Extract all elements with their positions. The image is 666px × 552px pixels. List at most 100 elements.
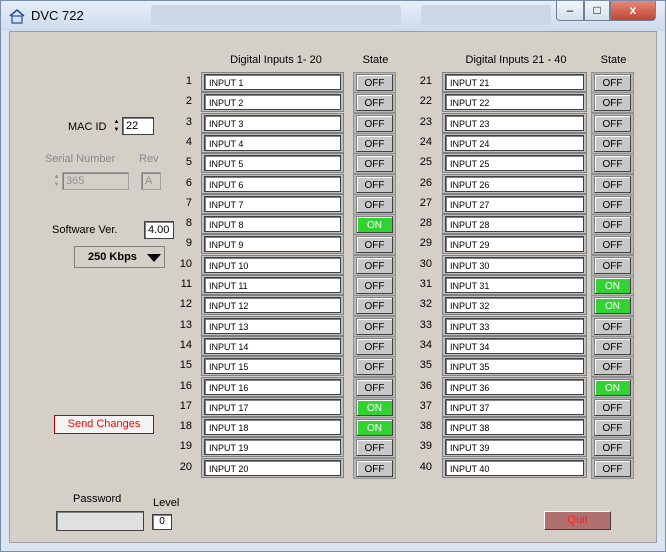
mac-id-label: MAC ID [68, 121, 107, 133]
input-name-field[interactable]: INPUT 17 [204, 398, 341, 415]
input-name-field[interactable]: INPUT 37 [445, 398, 584, 415]
chevron-down-icon[interactable] [147, 254, 161, 262]
input-name-field[interactable]: INPUT 6 [204, 175, 341, 192]
row-number: 33 [419, 318, 432, 331]
state-indicator: OFF [594, 155, 631, 173]
input-name-field[interactable]: INPUT 14 [204, 337, 341, 354]
input-name-field[interactable]: INPUT 8 [204, 216, 341, 233]
mac-id-spinner-icon[interactable]: ▲ ▼ [112, 118, 121, 134]
software-version-label: Software Ver. [52, 224, 118, 236]
input-name-field[interactable]: INPUT 4 [204, 134, 341, 151]
input-name-field[interactable]: INPUT 24 [445, 134, 584, 151]
password-label: Password [73, 493, 122, 505]
send-changes-button[interactable]: Send Changes [54, 415, 154, 434]
input-name-field[interactable]: INPUT 26 [445, 175, 584, 192]
state-indicator: OFF [594, 337, 631, 355]
state-indicator: ON [356, 216, 393, 234]
state-indicator: ON [356, 419, 393, 437]
input-name-field[interactable]: INPUT 25 [445, 155, 584, 172]
row-number: 15 [179, 359, 192, 372]
input-name-field[interactable]: INPUT 3 [204, 114, 341, 131]
state-indicator: OFF [594, 74, 631, 91]
state-indicator: OFF [594, 317, 631, 335]
input-name-field[interactable]: INPUT 15 [204, 358, 341, 375]
input-name-field[interactable]: INPUT 5 [204, 155, 341, 172]
input-name-field[interactable]: INPUT 34 [445, 337, 584, 354]
row-number: 34 [419, 338, 432, 351]
state-indicator: OFF [356, 256, 393, 274]
input-name-field[interactable]: INPUT 13 [204, 317, 341, 334]
state-indicator: OFF [594, 134, 631, 152]
input-name-field[interactable]: INPUT 27 [445, 195, 584, 212]
input-name-field[interactable]: INPUT 22 [445, 94, 584, 111]
input-name-field[interactable]: INPUT 1 [204, 74, 341, 90]
window-title: DVC 722 [31, 8, 84, 23]
input-name-field[interactable]: INPUT 9 [204, 236, 341, 253]
mac-id-field[interactable]: 22 [122, 117, 154, 135]
input-name-field[interactable]: INPUT 29 [445, 236, 584, 253]
input-name-field[interactable]: INPUT 40 [445, 459, 584, 476]
row-number: 31 [419, 278, 432, 290]
state-indicator: OFF [356, 134, 393, 152]
level-field: 0 [152, 514, 172, 530]
rev-field: A [141, 172, 161, 190]
state-indicator: OFF [594, 459, 631, 477]
maximize-button[interactable]: □ [584, 1, 610, 21]
row-number: 13 [179, 318, 192, 331]
row-number: 5 [185, 156, 192, 169]
input-name-field[interactable]: INPUT 7 [204, 195, 341, 212]
row-number: 39 [419, 440, 432, 453]
rev-label: Rev [139, 153, 159, 165]
state-indicator: OFF [356, 114, 393, 132]
input-name-field[interactable]: INPUT 31 [445, 277, 584, 293]
row-number: 19 [179, 440, 192, 453]
input-name-field[interactable]: INPUT 20 [204, 459, 341, 476]
state-indicator: ON [594, 378, 631, 396]
input-name-field[interactable]: INPUT 28 [445, 216, 584, 233]
state-indicator: OFF [356, 236, 393, 254]
row-number: 36 [419, 379, 432, 392]
row-number: 4 [185, 135, 192, 148]
input-name-field[interactable]: INPUT 30 [445, 256, 584, 273]
row-number: 14 [179, 338, 192, 351]
input-name-field[interactable]: INPUT 35 [445, 358, 584, 375]
state-indicator: OFF [356, 195, 393, 213]
state-indicator: OFF [594, 175, 631, 193]
app-logo-icon [9, 9, 25, 24]
quit-button[interactable]: Quit [544, 511, 611, 530]
input-name-field[interactable]: INPUT 2 [204, 94, 341, 111]
input-name-field[interactable]: INPUT 11 [204, 277, 341, 293]
row-number: 32 [419, 298, 432, 311]
row-number: 37 [419, 399, 432, 412]
state-indicator: ON [594, 277, 631, 294]
input-name-field[interactable]: INPUT 19 [204, 439, 341, 456]
row-number: 3 [185, 115, 192, 128]
input-name-field[interactable]: INPUT 18 [204, 419, 341, 436]
input-name-field[interactable]: INPUT 10 [204, 256, 341, 273]
row-number: 9 [185, 237, 192, 250]
state-indicator: OFF [356, 155, 393, 173]
input-name-field[interactable]: INPUT 12 [204, 297, 341, 314]
row-number: 40 [419, 460, 432, 473]
row-number: 20 [179, 460, 192, 473]
input-name-field[interactable]: INPUT 33 [445, 317, 584, 334]
input-name-field[interactable]: INPUT 16 [204, 378, 341, 395]
row-number: 28 [419, 217, 432, 230]
serial-number-field: 365 [62, 172, 129, 190]
app-window: DVC 722 – □ x MAC ID ▲ ▼ 22 Serial Number… [0, 0, 666, 552]
row-number: 26 [419, 176, 432, 189]
close-button[interactable]: x [610, 1, 656, 21]
password-field[interactable] [56, 511, 144, 531]
state-indicator: OFF [594, 195, 631, 213]
input-name-field[interactable]: INPUT 21 [445, 74, 584, 90]
input-name-field[interactable]: INPUT 38 [445, 419, 584, 436]
input-name-field[interactable]: INPUT 23 [445, 114, 584, 131]
state-indicator: OFF [356, 297, 393, 315]
row-number: 12 [179, 298, 192, 311]
state-indicator: OFF [594, 419, 631, 437]
input-name-field[interactable]: INPUT 39 [445, 439, 584, 456]
minimize-button[interactable]: – [556, 1, 584, 21]
title-bar[interactable]: DVC 722 – □ x [1, 1, 665, 31]
input-name-field[interactable]: INPUT 36 [445, 378, 584, 395]
input-name-field[interactable]: INPUT 32 [445, 297, 584, 314]
